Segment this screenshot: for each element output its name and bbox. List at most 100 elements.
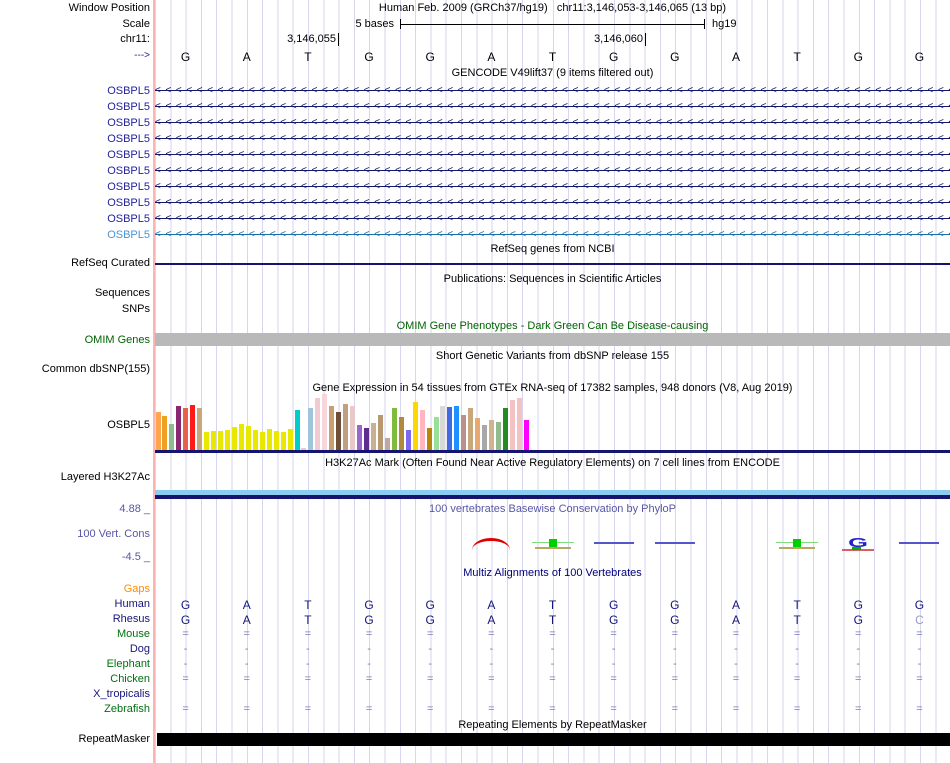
multiz-align-symbol[interactable]: = [672,673,678,685]
multiz-align-symbol[interactable]: = [366,673,372,685]
gencode-item-label[interactable]: OSBPL5 [0,133,150,145]
multiz-align-symbol[interactable]: = [916,703,922,715]
multiz-align-symbol[interactable]: - [245,643,249,655]
multiz-species-label[interactable]: X_tropicalis [0,688,150,700]
gtex-tissue-bar[interactable] [454,406,460,450]
multiz-base-letter[interactable]: T [304,598,311,612]
multiz-align-symbol[interactable]: - [184,643,188,655]
multiz-base-letter[interactable]: T [549,598,556,612]
multiz-align-symbol[interactable]: - [367,658,371,670]
gtex-tissue-bar[interactable] [384,438,390,450]
multiz-align-symbol[interactable]: = [855,628,861,640]
dbsnp-label[interactable]: Common dbSNP(155) [0,363,150,375]
gtex-tissue-bar[interactable] [447,407,453,450]
gencode-transcript[interactable]: <<<<<<<<<<<<<<<<<<<<<<<<<<<<<<<<<<<<<<<<… [155,131,950,145]
gtex-tissue-bar[interactable] [169,424,175,450]
gencode-item-label[interactable]: OSBPL5 [0,165,150,177]
gencode-transcript[interactable]: <<<<<<<<<<<<<<<<<<<<<<<<<<<<<<<<<<<<<<<<… [155,115,950,129]
gtex-tissue-bar[interactable] [308,408,314,450]
gtex-tissue-bar[interactable] [426,428,432,450]
multiz-base-letter[interactable]: A [243,613,251,627]
multiz-base-letter[interactable]: G [670,598,679,612]
gtex-tissue-bar[interactable] [162,416,168,450]
multiz-align-symbol[interactable]: = [244,673,250,685]
gtex-tissue-bar[interactable] [370,423,376,450]
cons-green-box[interactable] [793,539,802,547]
multiz-align-symbol[interactable]: - [918,643,922,655]
cons-blue-dash[interactable] [899,542,940,544]
gencode-item-label[interactable]: OSBPL5 [0,101,150,113]
refseq-gene-line[interactable] [155,263,950,265]
gtex-tissue-bar[interactable] [398,417,404,450]
multiz-base-letter[interactable]: G [609,613,618,627]
gtex-tissue-bar[interactable] [377,415,383,450]
multiz-base-letter[interactable]: G [854,613,863,627]
multiz-align-symbol[interactable]: - [734,658,738,670]
gtex-tissue-bar[interactable] [523,420,529,450]
multiz-align-symbol[interactable]: - [306,643,310,655]
cons-green-box[interactable] [548,539,557,547]
multiz-align-symbol[interactable]: - [428,643,432,655]
multiz-align-symbol[interactable]: = [733,703,739,715]
gtex-barchart[interactable] [155,394,950,450]
gtex-tissue-bar[interactable] [503,408,508,450]
gtex-tissue-bar[interactable] [461,415,467,450]
multiz-base-letter[interactable]: G [364,598,373,612]
multiz-base-letter[interactable]: A [732,613,740,627]
gtex-tissue-bar[interactable] [357,425,363,450]
multiz-base-letter[interactable]: T [793,613,800,627]
multiz-align-symbol[interactable]: = [182,703,188,715]
multiz-align-symbol[interactable]: = [549,703,555,715]
multiz-align-symbol[interactable]: = [672,628,678,640]
gtex-tissue-bar[interactable] [322,394,328,450]
gtex-tissue-bar[interactable] [211,431,217,450]
gtex-tissue-bar[interactable] [419,410,425,450]
multiz-align-symbol[interactable]: = [733,628,739,640]
multiz-base-letter[interactable]: G [364,613,373,627]
multiz-species-label[interactable]: Chicken [0,673,150,685]
multiz-base-letter[interactable]: G [915,598,924,612]
gtex-tissue-bar[interactable] [343,404,349,450]
multiz-base-letter[interactable]: T [549,613,556,627]
gtex-tissue-bar[interactable] [259,432,265,450]
multiz-species-label[interactable]: Human [0,598,150,610]
multiz-align-symbol[interactable]: = [794,673,800,685]
repeatmasker-label[interactable]: RepeatMasker [0,733,150,745]
gtex-tissue-bar[interactable] [266,429,272,450]
h3k27ac-label[interactable]: Layered H3K27Ac [0,471,150,483]
multiz-align-symbol[interactable]: = [916,673,922,685]
multiz-base-letter[interactable]: T [793,598,800,612]
multiz-align-symbol[interactable]: = [488,628,494,640]
gtex-tissue-bar[interactable] [391,408,397,450]
gencode-transcript[interactable]: <<<<<<<<<<<<<<<<<<<<<<<<<<<<<<<<<<<<<<<<… [155,195,950,209]
multiz-align-symbol[interactable]: = [916,628,922,640]
gencode-item-label[interactable]: OSBPL5 [0,197,150,209]
multiz-base-letter[interactable]: G [426,613,435,627]
omim-genes-label[interactable]: OMIM Genes [0,334,150,346]
gtex-tissue-bar[interactable] [238,424,244,450]
multiz-species-label[interactable]: Rhesus [0,613,150,625]
multiz-align-symbol[interactable]: = [549,673,555,685]
multiz-base-letter[interactable]: G [426,598,435,612]
multiz-base-letter[interactable]: G [181,598,190,612]
gtex-tissue-bar[interactable] [225,430,230,450]
gencode-transcript[interactable]: <<<<<<<<<<<<<<<<<<<<<<<<<<<<<<<<<<<<<<<<… [155,163,950,177]
gtex-tissue-bar[interactable] [294,410,300,450]
multiz-base-letter[interactable]: A [487,598,495,612]
multiz-align-symbol[interactable]: = [182,628,188,640]
repeatmasker-bar[interactable] [157,733,950,746]
multiz-align-symbol[interactable]: - [490,658,494,670]
gtex-gene-label[interactable]: OSBPL5 [0,419,150,431]
snps-label[interactable]: SNPs [0,303,150,315]
gencode-transcript[interactable]: <<<<<<<<<<<<<<<<<<<<<<<<<<<<<<<<<<<<<<<<… [155,84,950,97]
multiz-align-symbol[interactable]: - [918,658,922,670]
gtex-tissue-bar[interactable] [190,405,196,450]
gtex-tissue-bar[interactable] [489,420,495,450]
gtex-tissue-bar[interactable] [176,406,182,450]
multiz-align-symbol[interactable]: = [672,703,678,715]
multiz-align-symbol[interactable]: - [673,658,677,670]
multiz-base-letter[interactable]: C [915,613,924,627]
multiz-align-symbol[interactable]: = [488,673,494,685]
multiz-align-symbol[interactable]: = [855,673,861,685]
multiz-align-symbol[interactable]: = [855,703,861,715]
